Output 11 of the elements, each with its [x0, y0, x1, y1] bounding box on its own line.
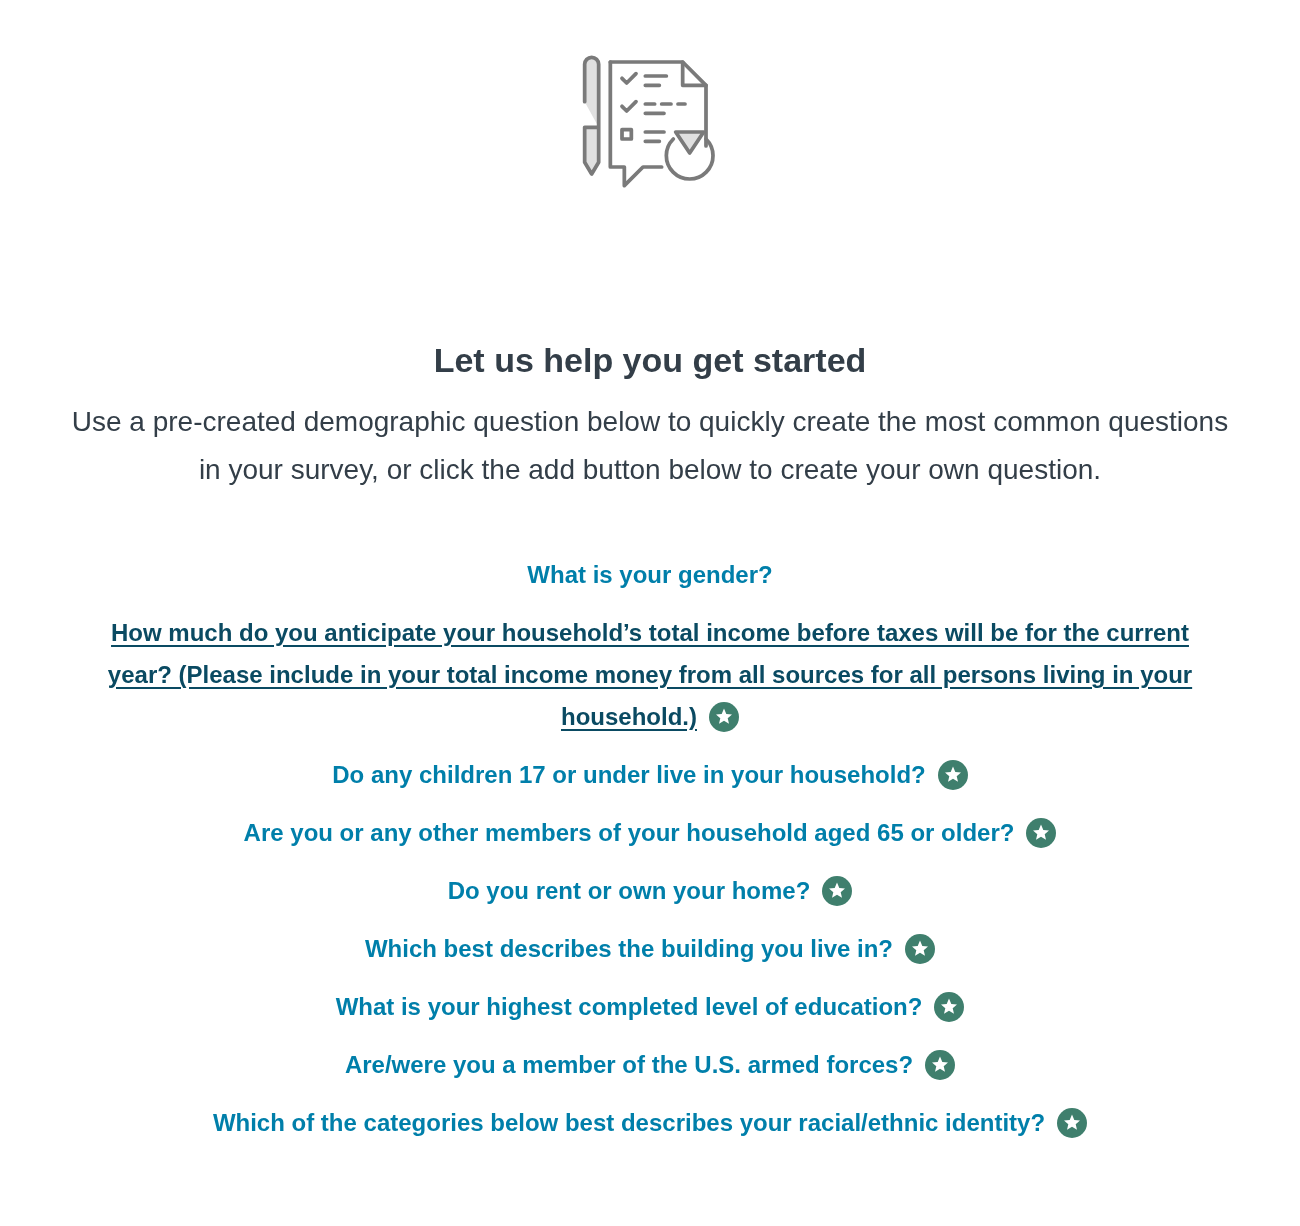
section-heading: Let us help you get started — [433, 340, 867, 381]
demographic-question-link[interactable]: Which of the categories below best describes your racial/ethnic identity? — [212, 1102, 1088, 1144]
demographic-question-link[interactable]: Do you rent or own your home? — [447, 870, 853, 912]
demographic-question-link[interactable]: What is your highest completed level of education? — [335, 986, 965, 1028]
demographic-question-link[interactable]: Are/were you a member of the U.S. armed forces? — [344, 1044, 956, 1086]
demographic-question-link[interactable]: How much do you anticipate your household’s total income before taxes will be for the current year? (Please include in your total income money from all sources for all persons living in your household.) — [95, 612, 1205, 738]
demographic-question-link[interactable]: What is your gender? — [527, 554, 773, 596]
demographic-question-link[interactable]: Which best describes the building you live in? — [364, 928, 936, 970]
demographic-question-link[interactable]: Do any children 17 or under live in your household? — [332, 754, 968, 796]
intro-paragraph: Use a pre-created demographic question below to quickly create the most common questions in your survey, or click the add button below to create your own question. — [70, 405, 1230, 487]
demographic-question-link[interactable]: Are you or any other members of your household aged 65 or older? — [243, 812, 1057, 854]
